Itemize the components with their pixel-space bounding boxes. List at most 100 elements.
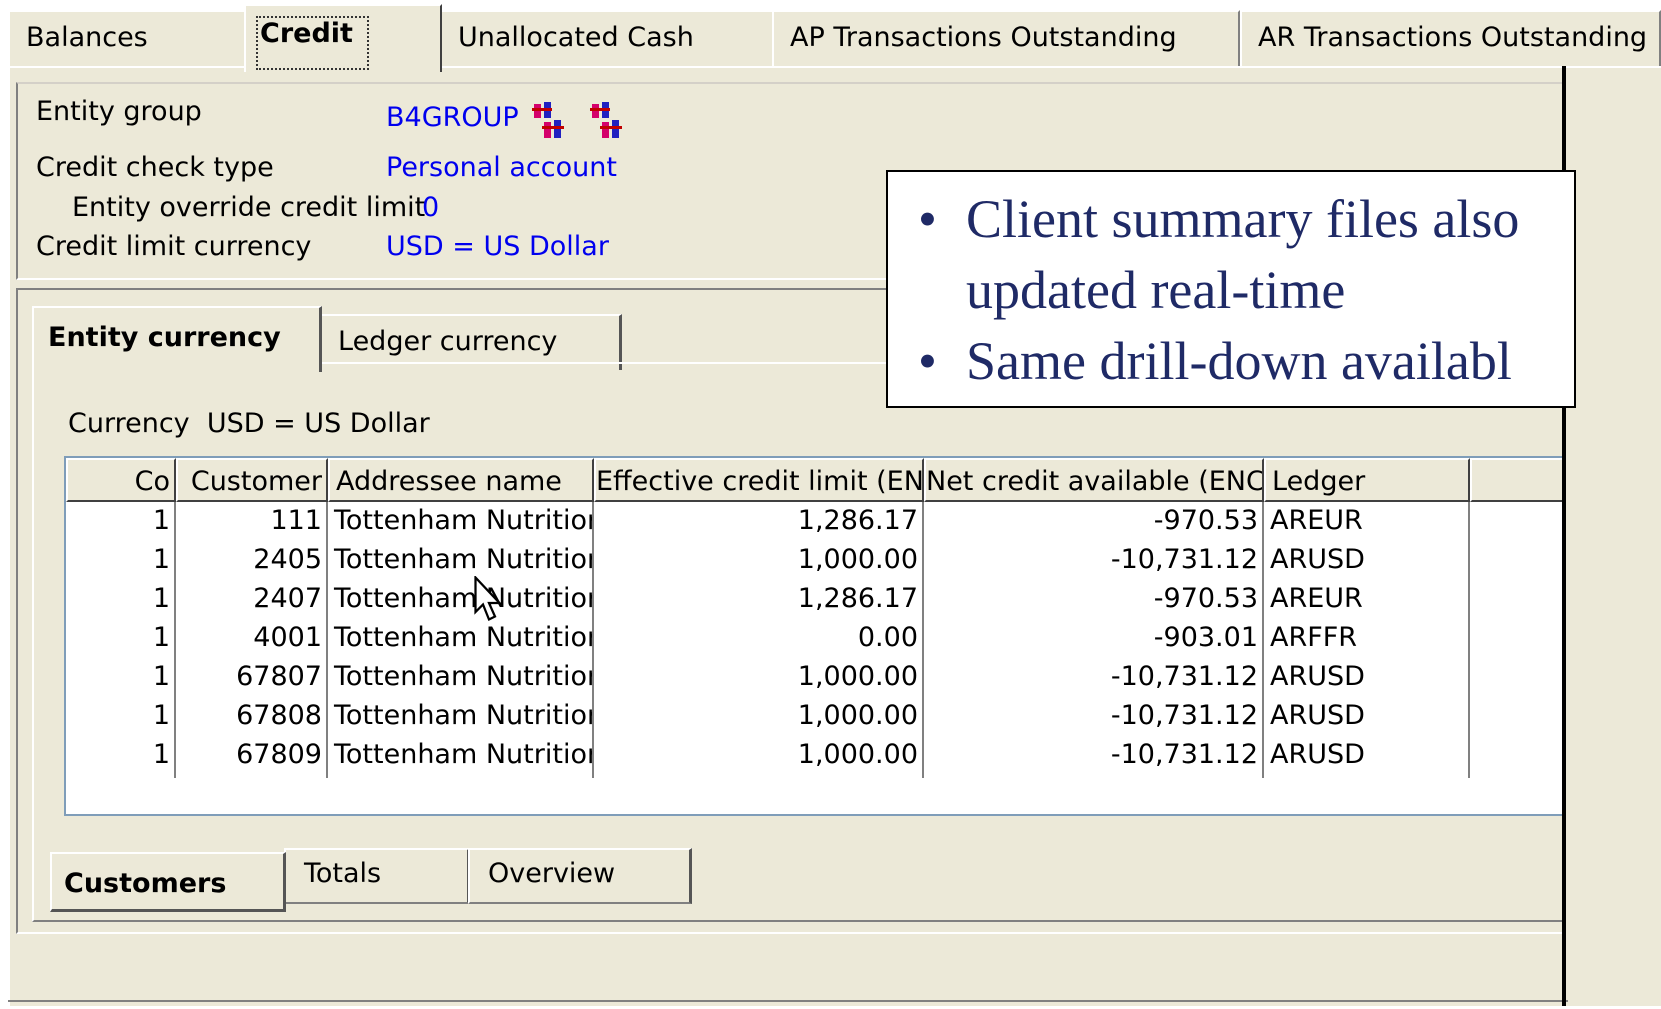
currency-value: USD = US Dollar: [206, 408, 430, 439]
callout-text: updated real-time: [966, 260, 1346, 320]
group-icon[interactable]: [530, 100, 570, 144]
entity-group-value[interactable]: B4GROUP: [386, 102, 519, 133]
cell-ledger: ARUSD: [1270, 700, 1365, 731]
tab-totals[interactable]: Totals: [284, 848, 470, 904]
cell-customer: 111: [270, 505, 322, 536]
credit-check-type-label: Credit check type: [36, 152, 274, 183]
tab-label: Credit: [260, 18, 353, 49]
tab-ap-transactions[interactable]: AP Transactions Outstanding: [772, 10, 1240, 66]
tab-label: Customers: [64, 868, 227, 899]
cell-ledger: ARFFR: [1270, 622, 1358, 653]
cell-addressee: Tottenham Nutrition: [334, 505, 592, 536]
cell-co: 1: [152, 622, 170, 653]
cell-credit-limit: 0.00: [857, 622, 918, 653]
callout-bullet: • Same drill-down availabl: [888, 326, 1574, 397]
cell-customer: 2405: [253, 544, 322, 575]
cell-ledger: AREUR: [1270, 505, 1363, 536]
tab-unallocated-cash[interactable]: Unallocated Cash: [440, 10, 774, 66]
cell-addressee: Tottenham Nutrition: [334, 700, 592, 731]
cell-ledger: ARUSD: [1270, 544, 1365, 575]
callout-text: Same drill-down availabl: [966, 331, 1512, 391]
panel-bottom-border: [8, 1000, 1568, 1002]
callout-box: • Client summary files also updated real-…: [886, 170, 1576, 408]
callout-bullet: • Client summary files also: [888, 184, 1574, 255]
cell-co: 1: [152, 583, 170, 614]
column-header-customer[interactable]: Customer: [176, 458, 328, 502]
credit-limit-currency-label: Credit limit currency: [36, 231, 312, 262]
table-row[interactable]: 1 2407 Tottenham Nutrition 1,286.17 -970…: [66, 580, 1564, 619]
tab-label: Ledger currency: [338, 326, 558, 357]
tab-label: AP Transactions Outstanding: [790, 22, 1177, 53]
tab-label: AR Transactions Outstanding: [1258, 22, 1648, 53]
tab-overview[interactable]: Overview: [468, 848, 692, 904]
cell-co: 1: [152, 739, 170, 770]
table-row[interactable]: 1 4001 Tottenham Nutrition 0.00 -903.01 …: [66, 619, 1564, 658]
cell-credit-limit: 1,000.00: [797, 700, 918, 731]
group-icon[interactable]: [588, 100, 628, 144]
cell-addressee: Tottenham Nutrition: [334, 661, 592, 692]
currency-label: Currency: [68, 408, 190, 439]
column-header-co[interactable]: Co: [66, 458, 176, 502]
column-header-addressee[interactable]: Addressee name: [328, 458, 594, 502]
column-header-net-credit[interactable]: Net credit available (ENC): [924, 458, 1264, 502]
cell-credit-limit: 1,000.00: [797, 661, 918, 692]
cell-net-credit: -970.53: [1153, 505, 1258, 536]
tab-credit[interactable]: Credit: [244, 4, 442, 72]
grid-header: Co Customer Addressee name Effective cre…: [66, 458, 1564, 502]
cell-ledger: ARUSD: [1270, 661, 1365, 692]
tab-label: Balances: [26, 22, 148, 53]
table-row[interactable]: 1 67808 Tottenham Nutrition 1,000.00 -10…: [66, 697, 1564, 736]
tab-balances[interactable]: Balances: [8, 10, 246, 66]
column-header-filler: [1470, 458, 1564, 502]
callout-text: Client summary files also: [966, 189, 1520, 249]
cell-customer: 67808: [236, 700, 322, 731]
tab-label: Entity currency: [48, 322, 281, 353]
credit-check-type-value: Personal account: [386, 152, 617, 183]
tab-ar-transactions[interactable]: AR Transactions Outstanding: [1240, 10, 1661, 66]
column-header-ledger[interactable]: Ledger: [1264, 458, 1470, 502]
cell-net-credit: -10,731.12: [1110, 544, 1258, 575]
cell-addressee: Tottenham Nutrition: [334, 583, 592, 614]
cell-net-credit: -10,731.12: [1110, 739, 1258, 770]
cell-customer: 67807: [236, 661, 322, 692]
tab-label: Totals: [304, 858, 382, 889]
cell-co: 1: [152, 544, 170, 575]
cell-ledger: AREUR: [1270, 583, 1363, 614]
table-row[interactable]: 1 111 Tottenham Nutrition 1,286.17 -970.…: [66, 502, 1564, 541]
tab-entity-currency[interactable]: Entity currency: [32, 306, 322, 372]
table-row[interactable]: 1 2405 Tottenham Nutrition 1,000.00 -10,…: [66, 541, 1564, 580]
cell-customer: 2407: [253, 583, 322, 614]
cell-addressee: Tottenham Nutrition: [334, 739, 592, 770]
override-limit-label: Entity override credit limit: [72, 192, 426, 223]
cell-credit-limit: 1,286.17: [797, 583, 918, 614]
cell-co: 1: [152, 661, 170, 692]
mouse-cursor-icon: [474, 576, 503, 622]
cell-net-credit: -970.53: [1153, 583, 1258, 614]
cell-credit-limit: 1,000.00: [797, 544, 918, 575]
cell-credit-limit: 1,000.00: [797, 739, 918, 770]
cell-co: 1: [152, 700, 170, 731]
cell-co: 1: [152, 505, 170, 536]
top-tab-strip: Balances Credit Unallocated Cash AP Tran…: [0, 0, 1661, 72]
cell-addressee: Tottenham Nutrition: [334, 622, 592, 653]
table-row[interactable]: 1 67809 Tottenham Nutrition 1,000.00 -10…: [66, 736, 1564, 775]
cell-addressee: Tottenham Nutrition: [334, 544, 592, 575]
cell-ledger: ARUSD: [1270, 739, 1365, 770]
entity-group-label: Entity group: [36, 96, 202, 127]
table-row[interactable]: 1 67807 Tottenham Nutrition 1,000.00 -10…: [66, 658, 1564, 697]
cell-net-credit: -903.01: [1153, 622, 1258, 653]
bullet-icon: •: [918, 331, 937, 391]
customers-grid[interactable]: Co Customer Addressee name Effective cre…: [64, 456, 1564, 816]
cell-net-credit: -10,731.12: [1110, 700, 1258, 731]
bullet-icon: •: [918, 189, 937, 249]
column-header-credit-limit[interactable]: Effective credit limit (ENC): [594, 458, 924, 502]
cell-net-credit: -10,731.12: [1110, 661, 1258, 692]
callout-bullet: updated real-time: [888, 255, 1574, 326]
override-limit-value: 0: [422, 192, 440, 223]
cell-customer: 4001: [253, 622, 322, 653]
cell-credit-limit: 1,286.17: [797, 505, 918, 536]
tab-label: Overview: [488, 858, 616, 889]
cell-customer: 67809: [236, 739, 322, 770]
credit-limit-currency-value: USD = US Dollar: [386, 231, 609, 262]
tab-customers[interactable]: Customers: [50, 852, 286, 912]
